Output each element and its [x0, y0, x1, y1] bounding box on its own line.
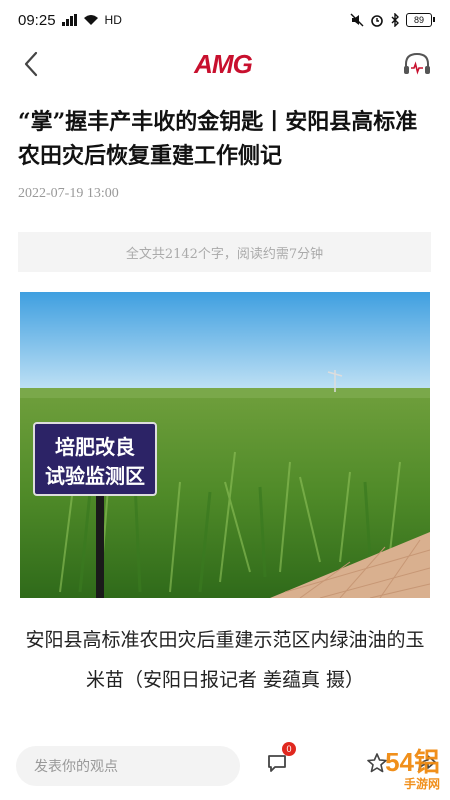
status-time: 09:25 — [18, 11, 56, 29]
status-left: 09:25 HD — [18, 12, 122, 29]
status-bar: 09:25 HD 89 — [0, 0, 450, 40]
watermark-text: 54铝 — [385, 747, 440, 777]
comments-button[interactable]: 0 — [262, 742, 296, 778]
chevron-left-icon — [24, 51, 38, 77]
alarm-icon — [371, 15, 383, 27]
headphones-icon — [403, 52, 430, 75]
comment-placeholder: 发表你的观点 — [34, 759, 118, 775]
watermark-sub: 手游网 — [403, 777, 440, 791]
network-type: HD — [104, 13, 122, 27]
sign-line2: 试验监测区 — [45, 464, 145, 488]
article-photo: 培肥改良 试验监测区 — [20, 292, 430, 598]
bottom-bar: 发表你的观点 0 — [0, 738, 450, 794]
app-logo: AMG — [194, 48, 253, 80]
article-title: “掌”握丰产丰收的金钥匙丨安阳县高标准农田灾后恢复重建工作侧记 — [18, 109, 418, 169]
mute-icon — [350, 13, 364, 27]
comment-input[interactable]: 发表你的观点 — [16, 746, 240, 786]
status-right: 89 — [350, 13, 435, 27]
photo-cornfield: 培肥改良 试验监测区 — [20, 292, 430, 598]
signal-icon — [61, 14, 77, 26]
wifi-icon — [83, 15, 98, 25]
read-time-info: 全文共2142个字，阅读约需7分钟 — [18, 232, 431, 272]
battery-icon: 89 — [406, 13, 435, 27]
sign-line1: 培肥改良 — [55, 435, 135, 459]
battery-level: 89 — [413, 15, 424, 25]
back-button[interactable] — [16, 49, 46, 79]
comment-count-badge: 0 — [282, 742, 296, 756]
bluetooth-icon — [391, 13, 399, 27]
photo-caption: 安阳县高标准农田灾后重建示范区内绿油油的玉米苗（安阳日报记者 姜蕴真 摄） — [25, 629, 425, 691]
comment-icon — [268, 755, 286, 772]
nav-bar: AMG — [0, 40, 450, 88]
listen-button[interactable] — [400, 47, 434, 81]
site-watermark: 54铝 手游网 — [385, 742, 440, 792]
logo-text: AMG — [194, 48, 253, 79]
article-date: 2022-07-19 13:00 — [18, 186, 119, 201]
